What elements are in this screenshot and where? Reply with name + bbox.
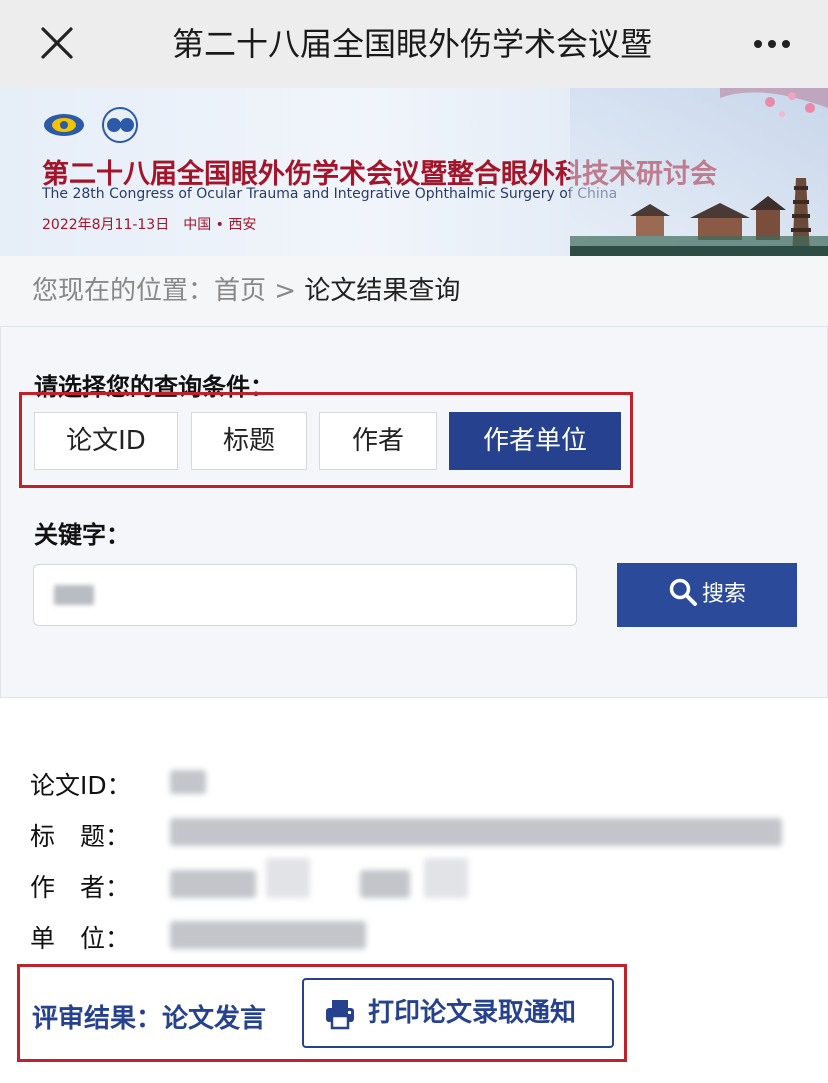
printer-icon [326, 1000, 354, 1030]
option-author[interactable]: 作者 [319, 412, 437, 470]
search-button-label: 搜索 [701, 582, 746, 607]
breadcrumb-prefix: 您现在的位置： [32, 276, 215, 306]
xian-landmarks-illustration [570, 88, 828, 256]
keyword-input[interactable] [33, 564, 577, 626]
redacted-title [170, 818, 782, 846]
close-icon[interactable] [40, 26, 74, 60]
redacted-author-1-badge [266, 858, 310, 898]
query-panel: 请选择您的查询条件： 论文ID 标题 作者 作者单位 关键字： 搜索 [0, 326, 828, 698]
search-icon [669, 578, 697, 606]
result-unit-label: 单 位： [30, 924, 131, 953]
redacted-keyword [54, 585, 94, 605]
more-icon[interactable] [752, 38, 792, 50]
banner-date: 2022年8月11-13日 中国 • 西安 [42, 217, 257, 233]
option-title[interactable]: 标题 [191, 412, 307, 470]
banner-subtitle: The 28th Congress of Ocular Trauma and I… [42, 186, 618, 202]
result-title-label: 标 题： [30, 822, 131, 851]
result-unit-row: 单 位： [30, 919, 170, 955]
page-title: 第二十八届全国眼外伤学术会议暨 [172, 25, 653, 63]
option-author-unit[interactable]: 作者单位 [449, 412, 621, 470]
redacted-unit [170, 921, 366, 949]
breadcrumb-current: 论文结果查询 [304, 276, 461, 306]
result-id-row: 论文ID： [30, 766, 170, 802]
redacted-id [170, 770, 206, 794]
search-button[interactable]: 搜索 [617, 563, 797, 627]
result-author-label: 作 者： [30, 873, 131, 902]
option-paper-id[interactable]: 论文ID [34, 412, 178, 470]
breadcrumb: 您现在的位置：首页 > 论文结果查询 [0, 256, 828, 326]
print-notice-button[interactable]: 打印论文录取通知 [302, 978, 614, 1048]
result-title-row: 标 题： [30, 817, 170, 853]
redacted-author-2-badge [424, 858, 468, 898]
breadcrumb-separator: > [266, 276, 305, 306]
result-author-row: 作 者： [30, 868, 170, 904]
keyword-label: 关键字： [34, 521, 130, 549]
redacted-author-1 [170, 870, 256, 898]
print-button-label: 打印论文录取通知 [368, 998, 577, 1028]
top-bar: 第二十八届全国眼外伤学术会议暨 [0, 0, 828, 88]
conference-logo [44, 107, 138, 143]
review-result: 评审结果：论文发言 [32, 1004, 267, 1034]
redacted-author-2 [360, 870, 410, 898]
conference-banner: 第二十八届全国眼外伤学术会议暨整合眼外科技术研讨会 The 28th Congr… [0, 88, 828, 256]
result-id-label: 论文ID： [30, 771, 132, 800]
breadcrumb-home-link[interactable]: 首页 [214, 276, 266, 306]
